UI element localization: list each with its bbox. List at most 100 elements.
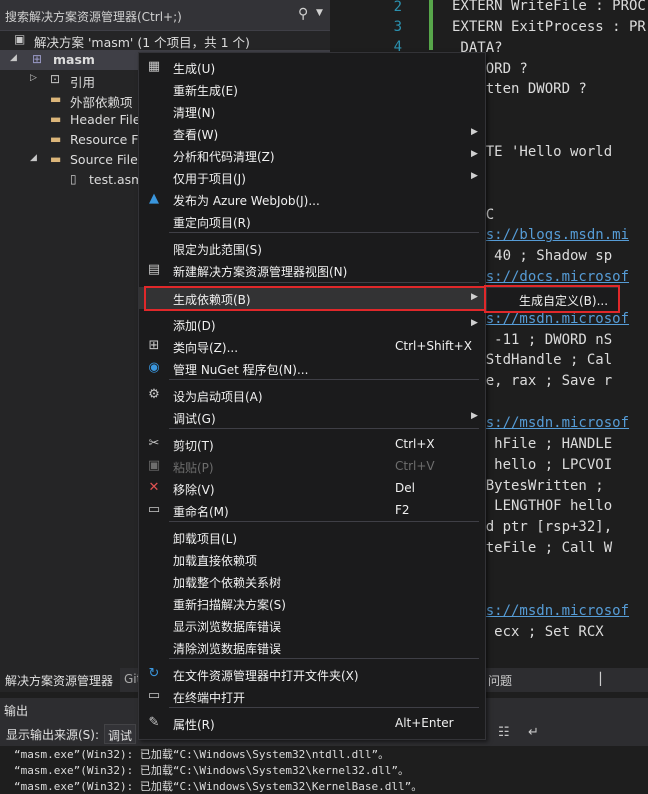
menu-item-shortcut: Alt+Enter bbox=[395, 716, 454, 730]
search-input[interactable]: 搜索解决方案资源管理器(Ctrl+;) bbox=[5, 8, 182, 25]
nuget-icon: ◉ bbox=[148, 360, 160, 375]
menu-item[interactable]: 分析和代码清理(Z) ▶ bbox=[139, 144, 485, 166]
collapse-icon[interactable]: ◢ bbox=[10, 53, 17, 63]
menu-item[interactable]: 添加(D) ▶ bbox=[139, 313, 485, 335]
menu-item[interactable]: 重新扫描解决方案(S) bbox=[139, 592, 485, 614]
collapse-icon[interactable]: ◢ bbox=[30, 153, 37, 163]
menu-separator bbox=[169, 379, 479, 380]
tree-item-label: 外部依赖项 bbox=[70, 95, 133, 110]
tree-item-label: 解决方案 'masm' (1 个项目，共 1 个) bbox=[34, 35, 250, 50]
menu-item-label: 显示浏览数据库错误 bbox=[173, 620, 282, 634]
menu-item-label: 管理 NuGet 程序包(N)... bbox=[173, 363, 309, 377]
menu-item[interactable]: ⊞ 类向导(Z)... Ctrl+Shift+X bbox=[139, 335, 485, 357]
menu-item[interactable]: ▲ 发布为 Azure WebJob(J)... bbox=[139, 188, 485, 210]
tree-item-label: Header Files bbox=[70, 112, 147, 127]
tab-solution-explorer[interactable]: 解决方案资源管理器 bbox=[0, 668, 120, 692]
menu-item-label: 重新扫描解决方案(S) bbox=[173, 598, 286, 612]
file-icon: ▯ bbox=[70, 172, 77, 186]
menu-item-label: 清除浏览数据库错误 bbox=[173, 642, 282, 656]
menu-item[interactable]: ⚙ 设为启动项目(A) bbox=[139, 384, 485, 406]
menu-item-label: 粘贴(P) bbox=[173, 461, 214, 475]
menu-item-label: 重新生成(E) bbox=[173, 84, 238, 98]
menu-item[interactable]: ▤ 新建解决方案资源管理器视图(N) bbox=[139, 259, 485, 281]
highlight-box bbox=[144, 286, 487, 311]
menu-item-label: 在终端中打开 bbox=[173, 691, 246, 705]
clear-output-icon[interactable]: ☷ bbox=[498, 725, 510, 740]
azure-icon: ▲ bbox=[149, 191, 159, 206]
menu-item-shortcut: Ctrl+Shift+X bbox=[395, 339, 472, 353]
menu-item[interactable]: ▦ 生成(U) bbox=[139, 56, 485, 78]
menu-item[interactable]: 清理(N) bbox=[139, 100, 485, 122]
menu-separator bbox=[169, 428, 479, 429]
menu-item-label: 属性(R) bbox=[173, 718, 215, 732]
output-line: “masm.exe”(Win32): 已加载“C:\Windows\System… bbox=[14, 764, 409, 777]
menu-item-label: 剪切(T) bbox=[173, 439, 214, 453]
refresh-arrow-icon: ↻ bbox=[148, 666, 160, 681]
tree-item-solution[interactable]: ▣ 解决方案 'masm' (1 个项目，共 1 个) bbox=[0, 30, 330, 50]
menu-item[interactable]: ✎ 属性(R) Alt+Enter bbox=[139, 712, 485, 734]
gear-icon: ⚙ bbox=[148, 387, 160, 402]
folder-icon: ▬ bbox=[50, 112, 62, 126]
menu-item-label: 生成(U) bbox=[173, 62, 216, 76]
menu-separator bbox=[169, 658, 479, 659]
scissors-icon: ✂ bbox=[148, 436, 160, 451]
menu-item[interactable]: 重定向项目(R) bbox=[139, 210, 485, 232]
menu-item[interactable]: 限定为此范围(S) bbox=[139, 237, 485, 259]
menu-item[interactable]: 清除浏览数据库错误 bbox=[139, 636, 485, 658]
menu-item[interactable]: 显示浏览数据库错误 bbox=[139, 614, 485, 636]
close-icon[interactable]: ▏ bbox=[600, 672, 609, 686]
paste-icon: ▣ bbox=[147, 458, 161, 473]
menu-item-label: 设为启动项目(A) bbox=[173, 390, 263, 404]
menu-item[interactable]: 调试(G) ▶ bbox=[139, 406, 485, 428]
menu-item-shortcut: Del bbox=[395, 481, 415, 495]
menu-item[interactable]: ▭ 在终端中打开 bbox=[139, 685, 485, 707]
tree-item-label: masm bbox=[53, 52, 95, 67]
remove-icon: ✕ bbox=[148, 480, 160, 495]
code-line: EXTERN WriteFile : PROC bbox=[452, 0, 646, 14]
chevron-right-icon: ▶ bbox=[471, 149, 478, 159]
class-wizard-icon: ⊞ bbox=[148, 338, 160, 353]
menu-item: ▣ 粘贴(P) Ctrl+V bbox=[139, 455, 485, 477]
menu-item[interactable]: 仅用于项目(J) ▶ bbox=[139, 166, 485, 188]
tab-problems[interactable]: 问题 bbox=[488, 672, 512, 689]
menu-item-label: 仅用于项目(J) bbox=[173, 172, 246, 186]
menu-item[interactable]: ✂ 剪切(T) Ctrl+X bbox=[139, 433, 485, 455]
solution-search-bar[interactable]: 搜索解决方案资源管理器(Ctrl+;) ⚲ ▼ bbox=[0, 0, 330, 31]
menu-item-label: 卸载项目(L) bbox=[173, 532, 238, 546]
menu-item-label: 重定向项目(R) bbox=[173, 216, 251, 230]
menu-item-label: 类向导(Z)... bbox=[173, 341, 239, 355]
wrench-icon: ✎ bbox=[148, 715, 160, 730]
menu-item[interactable]: ▭ 重命名(M) F2 bbox=[139, 499, 485, 521]
references-icon: ⊡ bbox=[50, 72, 61, 86]
menu-item[interactable]: 重新生成(E) bbox=[139, 78, 485, 100]
output-source-select[interactable]: 调试 bbox=[104, 724, 136, 744]
word-wrap-icon[interactable]: ↵ bbox=[528, 725, 539, 740]
menu-item-label: 清理(N) bbox=[173, 106, 216, 120]
menu-item[interactable]: 加载整个依赖关系树 bbox=[139, 570, 485, 592]
menu-item-shortcut: Ctrl+V bbox=[395, 459, 435, 473]
folder-icon: ▬ bbox=[50, 152, 62, 166]
menu-item[interactable]: ↻ 在文件资源管理器中打开文件夹(X) bbox=[139, 663, 485, 685]
expand-icon[interactable]: ▷ bbox=[30, 73, 37, 83]
menu-item[interactable]: 卸载项目(L) bbox=[139, 526, 485, 548]
menu-item[interactable]: ✕ 移除(V) Del bbox=[139, 477, 485, 499]
menu-item-label: 添加(D) bbox=[173, 319, 216, 333]
menu-item-label: 移除(V) bbox=[173, 483, 215, 497]
menu-item-label: 重命名(M) bbox=[173, 505, 229, 519]
menu-item-label: 分析和代码清理(Z) bbox=[173, 150, 275, 164]
menu-item[interactable]: 加载直接依赖项 bbox=[139, 548, 485, 570]
search-icon[interactable]: ⚲ bbox=[298, 6, 308, 22]
menu-item[interactable]: ◉ 管理 NuGet 程序包(N)... bbox=[139, 357, 485, 379]
chevron-right-icon: ▶ bbox=[471, 411, 478, 421]
menu-item[interactable]: 查看(W) ▶ bbox=[139, 122, 485, 144]
tree-item-label: Source Files bbox=[70, 152, 145, 167]
menu-separator bbox=[169, 282, 479, 283]
context-menu: ▦ 生成(U) 重新生成(E) 清理(N) 查看(W) ▶ 分析和代码清理(Z) ▶ 仅用于项目… bbox=[138, 52, 486, 740]
line-number: 3 bbox=[393, 19, 402, 35]
chevron-down-icon[interactable]: ▼ bbox=[316, 8, 323, 18]
tab-label: 解决方案资源管理器 bbox=[5, 674, 114, 688]
output-line: “masm.exe”(Win32): 已加载“C:\Windows\System… bbox=[14, 748, 390, 761]
output-title: 输出 bbox=[4, 704, 29, 718]
menu-item-label: 加载整个依赖关系树 bbox=[173, 576, 282, 590]
menu-item-label: 发布为 Azure WebJob(J)... bbox=[173, 194, 320, 208]
